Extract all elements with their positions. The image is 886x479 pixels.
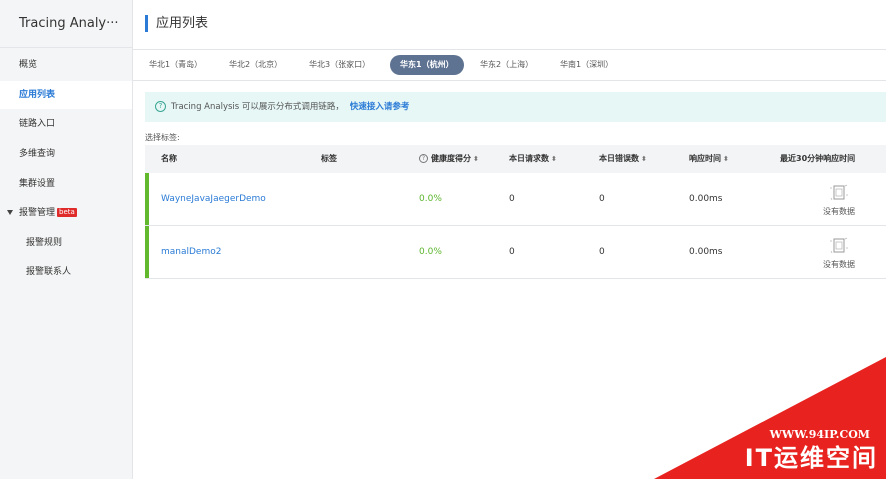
no-data-icon [830, 184, 848, 201]
tab-region-shenzhen[interactable]: 华南1（深圳） [560, 55, 613, 75]
sidebar-item-alert-management[interactable]: 报警管理 beta [0, 199, 132, 227]
info-banner: ? Tracing Analysis 可以展示分布式调用链路， 快速接入请参考 [145, 92, 886, 122]
tab-region-zhangjiakou[interactable]: 华北3（张家口） [309, 55, 370, 75]
page-header: 应用列表 [133, 0, 886, 50]
request-count: 0 [509, 247, 515, 257]
sidebar-item-cluster-settings[interactable]: 集群设置 [0, 170, 132, 198]
table-row: WayneJavaJaegerDemo 0.0% 0 0 0.00ms 没有数据 [145, 173, 886, 226]
sidebar-item-alert-contacts[interactable]: 报警联系人 [0, 258, 132, 286]
sidebar-item-alert-rules[interactable]: 报警规则 [0, 229, 132, 257]
watermark: WWW.94IP.COM IT运维空间 [654, 357, 886, 479]
sidebar-item-label: 概览 [19, 60, 38, 70]
page-title: 应用列表 [145, 15, 208, 32]
app-name-link[interactable]: manalDemo2 [161, 226, 221, 278]
sidebar-item-app-list[interactable]: 应用列表 [0, 81, 132, 109]
no-data-icon [830, 237, 848, 254]
app-table: 名称 标签 ? 健康度得分 ⬍ 本日请求数 ⬍ 本日错误数 ⬍ 响应时间 ⬍ 最近30分钟… [145, 145, 886, 279]
sidebar-item-overview[interactable]: 概览 [0, 51, 132, 79]
sort-icon[interactable]: ⬍ [641, 155, 647, 163]
tab-region-qingdao[interactable]: 华北1（青岛） [149, 55, 202, 75]
column-header-errors[interactable]: 本日错误数 ⬍ [599, 145, 647, 173]
table-header: 名称 标签 ? 健康度得分 ⬍ 本日请求数 ⬍ 本日错误数 ⬍ 响应时间 ⬍ 最近30分钟… [145, 145, 886, 173]
app-root: Tracing Analy··· 概览 应用列表 链路入口 多维查询 集群设置 … [0, 0, 886, 479]
tag-select-label: 选择标签: [145, 133, 180, 142]
column-header-name: 名称 [161, 154, 177, 163]
no-data-text: 没有数据 [823, 260, 855, 269]
table-row: manalDemo2 0.0% 0 0 0.00ms 没有数据 [145, 226, 886, 279]
sort-icon[interactable]: ⬍ [723, 155, 729, 163]
column-header-tag: 标签 [321, 154, 337, 163]
watermark-text: IT运维空间 [744, 444, 878, 472]
request-count: 0 [509, 194, 515, 204]
column-header-recent-latency: 最近30分钟响应时间 [780, 154, 856, 163]
health-score: 0.0% [419, 247, 442, 257]
info-banner-text: Tracing Analysis 可以展示分布式调用链路， [171, 102, 344, 112]
no-data-placeholder: 没有数据 [809, 183, 869, 218]
region-tabs: 华北1（青岛） 华北2（北京） 华北3（张家口） 华东1（杭州） 华东2（上海）… [133, 50, 886, 81]
caret-down-icon [7, 210, 13, 215]
health-indicator [145, 173, 149, 225]
tab-region-hangzhou[interactable]: 华东1（杭州） [390, 55, 464, 75]
no-data-text: 没有数据 [823, 207, 855, 216]
error-count: 0 [599, 194, 605, 204]
health-score: 0.0% [419, 194, 442, 204]
error-count: 0 [599, 247, 605, 257]
sidebar-item-label: 应用列表 [19, 90, 56, 100]
tab-region-beijing[interactable]: 华北2（北京） [229, 55, 282, 75]
sidebar-item-label: 链路入口 [19, 119, 56, 129]
sidebar-item-label: 集群设置 [19, 179, 56, 189]
help-icon[interactable]: ? [419, 154, 428, 163]
tab-region-shanghai[interactable]: 华东2（上海） [480, 55, 533, 75]
quick-start-link[interactable]: 快速接入请参考 [350, 102, 410, 112]
health-indicator [145, 226, 149, 278]
response-time: 0.00ms [689, 194, 723, 204]
sidebar-item-label: 报警联系人 [26, 267, 72, 277]
no-data-placeholder: 没有数据 [809, 236, 869, 271]
column-header-health[interactable]: ? 健康度得分 ⬍ [419, 145, 479, 173]
sort-icon[interactable]: ⬍ [551, 155, 557, 163]
sidebar-item-trace-entry[interactable]: 链路入口 [0, 110, 132, 138]
column-header-latency[interactable]: 响应时间 ⬍ [689, 145, 729, 173]
beta-badge: beta [57, 208, 77, 217]
response-time: 0.00ms [689, 247, 723, 257]
app-title: Tracing Analy··· [0, 0, 132, 48]
help-icon: ? [155, 101, 166, 112]
column-header-requests[interactable]: 本日请求数 ⬍ [509, 145, 557, 173]
sidebar-item-multi-query[interactable]: 多维查询 [0, 140, 132, 168]
sidebar: Tracing Analy··· 概览 应用列表 链路入口 多维查询 集群设置 … [0, 0, 133, 479]
sidebar-item-label: 多维查询 [19, 149, 56, 159]
sidebar-item-label: 报警规则 [26, 238, 63, 248]
sort-icon[interactable]: ⬍ [473, 155, 479, 163]
sidebar-item-label: 报警管理 [19, 208, 56, 218]
app-name-link[interactable]: WayneJavaJaegerDemo [161, 173, 266, 225]
